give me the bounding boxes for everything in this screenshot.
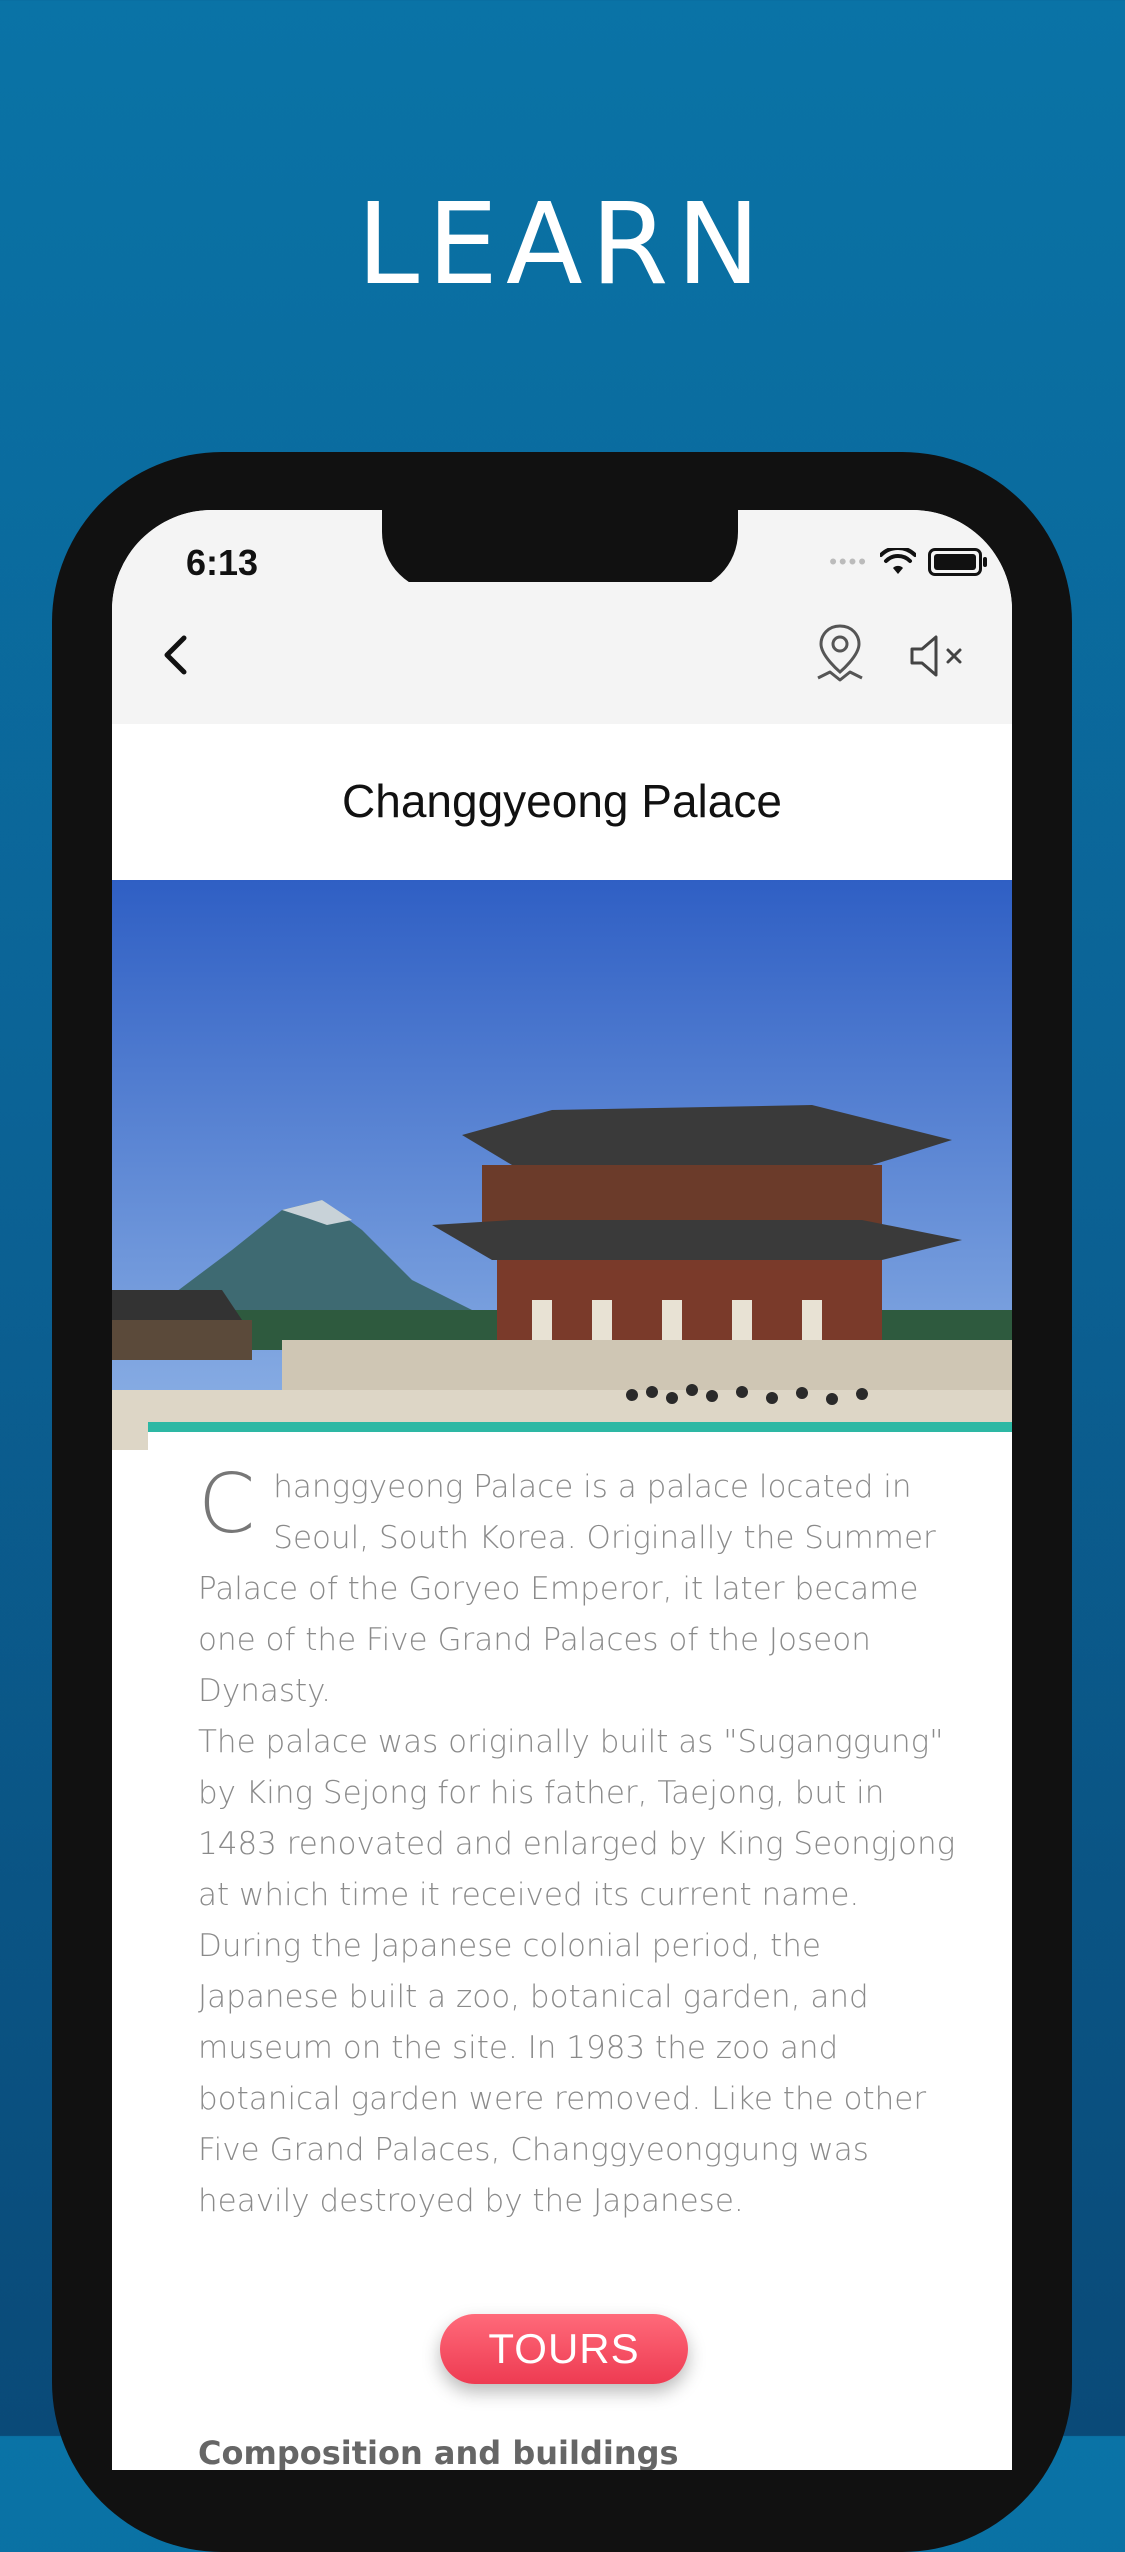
signal-icon: •••• — [829, 549, 868, 574]
battery-icon — [928, 548, 987, 576]
notch — [382, 510, 738, 592]
back-button[interactable] — [154, 632, 200, 678]
title-area: Changgyeong Palace — [112, 724, 1012, 880]
palace-photo — [112, 880, 1012, 1450]
article-paragraph-3: During the Japanese colonial period, the… — [198, 1928, 927, 2219]
speaker-muted-icon — [910, 635, 962, 677]
drop-cap: C — [198, 1457, 256, 1552]
section-heading: Composition and buildings — [198, 2434, 679, 2470]
wifi-icon — [880, 548, 916, 574]
status-icons: •••• — [829, 548, 987, 576]
article-paragraph-2: The palace was originally built as "Suga… — [198, 1724, 956, 1913]
headline: LEARN — [356, 180, 769, 310]
card-accent-bar — [148, 1422, 1012, 1432]
nav-bar — [112, 582, 1012, 724]
mute-button[interactable] — [908, 632, 970, 680]
map-pin-icon — [817, 624, 863, 682]
article-paragraph: Changgyeong Palace is a palace located i… — [198, 1462, 958, 1717]
map-button[interactable] — [812, 622, 868, 686]
article-card: Changgyeong Palace is a palace located i… — [148, 1422, 1012, 2470]
hero-image — [112, 880, 1012, 1450]
article-intro: hanggyeong Palace is a palace located in… — [198, 1469, 936, 1709]
phone-screen: 6:13 •••• Changgyeong Palace C hanggyeon… — [112, 510, 1012, 2470]
page-title: Changgyeong Palace — [342, 775, 782, 827]
chevron-left-icon — [164, 635, 187, 675]
article-body: Changgyeong Palace is a palace located i… — [198, 1462, 958, 2227]
status-time: 6:13 — [186, 542, 259, 583]
tours-button[interactable]: TOURS — [440, 2314, 688, 2384]
